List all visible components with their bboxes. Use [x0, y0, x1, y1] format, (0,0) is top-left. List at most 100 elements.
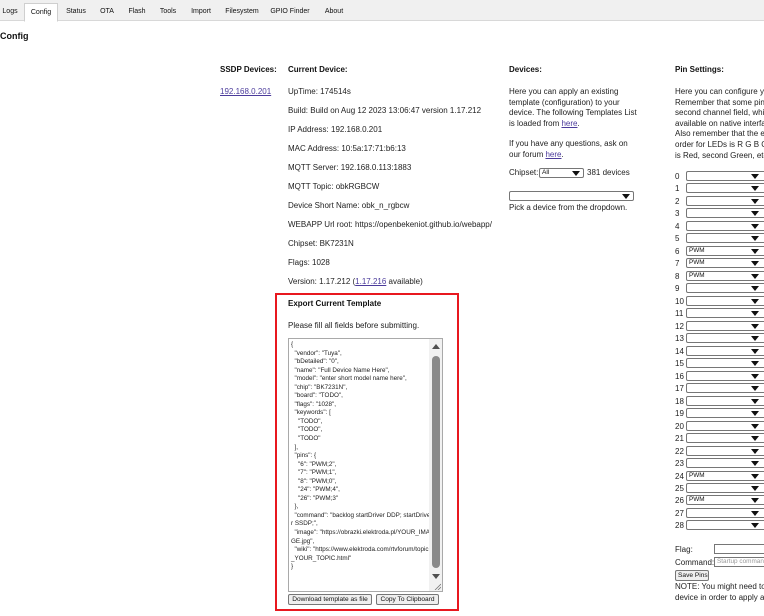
pin-number: 21: [675, 434, 684, 443]
tab-status[interactable]: Status: [62, 3, 90, 21]
pin-number: 28: [675, 521, 684, 530]
pin-number: 4: [675, 222, 680, 231]
save-pins-button[interactable]: Save Pins: [675, 570, 709, 581]
export-template-panel: Export Current Template Please fill all …: [275, 293, 459, 611]
chevron-down-icon: [751, 336, 759, 341]
flags-text: Flags: 1028: [288, 258, 330, 267]
chevron-down-icon: [751, 436, 759, 441]
tab-gpio-finder[interactable]: GPIO Finder: [268, 3, 312, 21]
pin-role-select[interactable]: [686, 358, 764, 368]
pin-role-select[interactable]: [686, 383, 764, 393]
pin-number: 12: [675, 322, 684, 331]
webapp-url-text: WEBAPP Url root: https://openbekeniot.gi…: [288, 220, 492, 229]
forum-link[interactable]: here: [545, 150, 561, 159]
tab-flash[interactable]: Flash: [124, 3, 150, 21]
pin-role-select[interactable]: PWM: [686, 471, 764, 481]
pin-role-select[interactable]: [686, 520, 764, 530]
tab-logs[interactable]: Logs: [0, 3, 20, 21]
pin-role-select[interactable]: PWM: [686, 258, 764, 268]
pin-role-select[interactable]: [686, 233, 764, 243]
chevron-down-icon: [751, 174, 759, 179]
pin-number: 8: [675, 272, 680, 281]
chevron-down-icon: [751, 449, 759, 454]
chevron-down-icon: [751, 211, 759, 216]
forum-text: If you have any questions, ask on our fo…: [509, 139, 637, 160]
scroll-down-icon[interactable]: [432, 574, 440, 579]
note-line-1: NOTE: You might need to: [675, 582, 764, 591]
pin-role-select[interactable]: [686, 408, 764, 418]
pin-number: 23: [675, 459, 684, 468]
chevron-down-icon: [572, 171, 580, 176]
chevron-down-icon: [751, 474, 759, 479]
current-device-heading: Current Device:: [288, 65, 348, 74]
tab-tools[interactable]: Tools: [156, 3, 180, 21]
tab-config[interactable]: Config: [24, 3, 58, 22]
chevron-down-icon: [751, 311, 759, 316]
template-scrollbar[interactable]: [429, 339, 442, 591]
pin-role-select[interactable]: [686, 433, 764, 443]
chevron-down-icon: [751, 274, 759, 279]
pin-number: 24: [675, 472, 684, 481]
pin-role-select[interactable]: PWM: [686, 246, 764, 256]
chevron-down-icon: [751, 199, 759, 204]
version-text: Version: 1.17.212 (1.17.216 available): [288, 277, 423, 286]
pin-role-value: PWM: [689, 259, 705, 266]
ssdp-devices-heading: SSDP Devices:: [220, 65, 277, 74]
pin-role-select[interactable]: [686, 371, 764, 381]
version-update-link[interactable]: 1.17.216: [355, 277, 386, 286]
device-count: 381 devices: [587, 168, 630, 177]
chevron-down-icon: [751, 386, 759, 391]
chevron-down-icon: [751, 324, 759, 329]
pin-number: 22: [675, 447, 684, 456]
resize-grip-icon[interactable]: [434, 583, 441, 590]
pin-role-select[interactable]: PWM: [686, 495, 764, 505]
scroll-up-icon[interactable]: [432, 344, 440, 349]
pin-role-select[interactable]: PWM: [686, 271, 764, 281]
pin-role-select[interactable]: [686, 446, 764, 456]
pin-number: 0: [675, 172, 680, 181]
copy-to-clipboard-button[interactable]: Copy To Clipboard: [376, 594, 439, 605]
pin-role-value: PWM: [689, 247, 705, 254]
tab-ota[interactable]: OTA: [96, 3, 118, 21]
ssdp-device-link[interactable]: 192.168.0.201: [220, 87, 271, 96]
pin-number: 25: [675, 484, 684, 493]
pin-role-select[interactable]: [686, 508, 764, 518]
pin-role-select[interactable]: [686, 296, 764, 306]
pin-number: 13: [675, 334, 684, 343]
pin-role-value: PWM: [689, 472, 705, 479]
chevron-down-icon: [751, 236, 759, 241]
chipset-select[interactable]: All: [539, 168, 584, 178]
pin-number: 27: [675, 509, 684, 518]
device-template-select[interactable]: [509, 191, 634, 201]
tab-filesystem[interactable]: Filesystem: [222, 3, 262, 21]
flag-input[interactable]: [714, 544, 764, 554]
pin-role-select[interactable]: [686, 333, 764, 343]
startup-command-input[interactable]: Startup command: [714, 557, 764, 567]
devices-heading: Devices:: [509, 65, 542, 74]
tab-import[interactable]: Import: [187, 3, 215, 21]
pin-role-select[interactable]: [686, 421, 764, 431]
pin-role-select[interactable]: [686, 171, 764, 181]
pin-role-select[interactable]: [686, 458, 764, 468]
pin-role-select[interactable]: [686, 321, 764, 331]
pin-role-select[interactable]: [686, 221, 764, 231]
pin-role-value: PWM: [689, 496, 705, 503]
pin-role-select[interactable]: [686, 183, 764, 193]
mqtt-topic-text: MQTT Topic: obkRGBCW: [288, 182, 380, 191]
scroll-thumb[interactable]: [432, 356, 440, 568]
flag-label: Flag:: [675, 545, 693, 554]
pin-role-select[interactable]: [686, 483, 764, 493]
download-template-button[interactable]: Download template as file: [288, 594, 372, 605]
tab-about[interactable]: About: [320, 3, 348, 21]
pin-role-select[interactable]: [686, 346, 764, 356]
pin-role-select[interactable]: [686, 396, 764, 406]
template-textarea[interactable]: { "vendor": "Tuya", "bDetailed": "0", "n…: [288, 338, 443, 592]
pin-role-select[interactable]: [686, 308, 764, 318]
pin-role-select[interactable]: [686, 208, 764, 218]
pin-number: 19: [675, 409, 684, 418]
pin-role-select[interactable]: [686, 283, 764, 293]
chipset-text: Chipset: BK7231N: [288, 239, 354, 248]
pin-role-select[interactable]: [686, 196, 764, 206]
chevron-down-icon: [751, 374, 759, 379]
templates-list-link[interactable]: here: [561, 119, 577, 128]
